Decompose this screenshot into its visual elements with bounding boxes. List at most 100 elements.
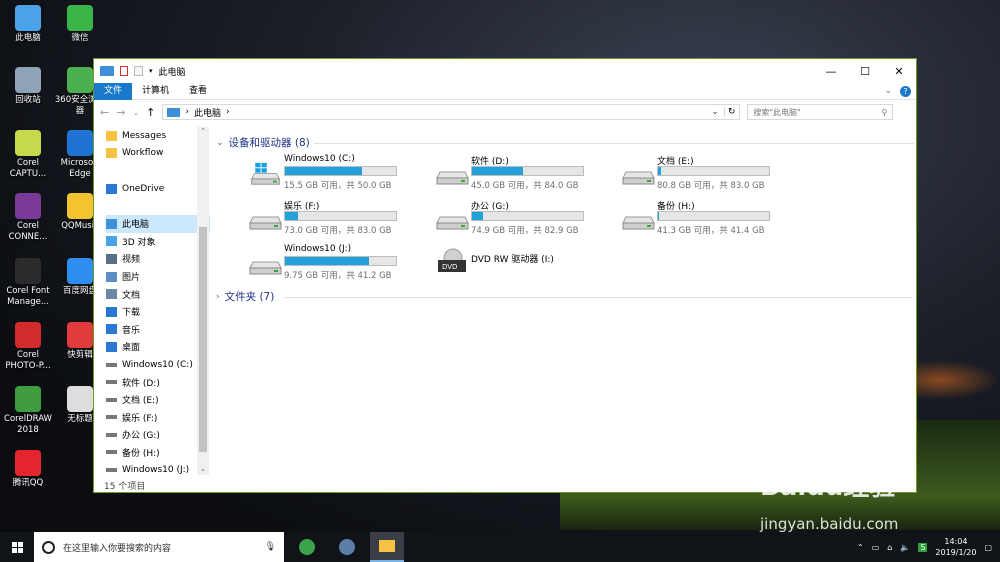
scroll-up-icon[interactable]: ⌃ xyxy=(197,127,209,135)
desktop-icon[interactable]: 腾讯QQ xyxy=(0,450,56,489)
nav-scrollbar[interactable]: ⌃ ⌄ xyxy=(197,127,209,475)
sidebar-item[interactable]: 下载 xyxy=(106,303,210,321)
expand-ribbon-icon[interactable]: ⌄ xyxy=(884,86,892,96)
forward-button[interactable]: → xyxy=(116,106,125,119)
drive-tile[interactable]: Windows10 (C:) 15.5 GB 可用，共 50.0 GB xyxy=(249,154,419,194)
chevron-down-icon: ⌄ xyxy=(216,137,224,148)
watermark-url: jingyan.baidu.com xyxy=(760,515,899,533)
microphone-icon[interactable]: 🎙 xyxy=(265,542,276,552)
drive-icon xyxy=(106,415,117,420)
drive-tile[interactable]: 娱乐 (F:) 73.0 GB 可用，共 83.0 GB xyxy=(249,199,419,239)
sidebar-item[interactable]: Workflow xyxy=(106,145,210,163)
document-icon xyxy=(106,289,117,300)
desktop-icon[interactable]: Corel Font Manage... xyxy=(0,258,56,308)
address-bar[interactable]: › 此电脑 › ⌄ ↻ xyxy=(162,104,741,120)
app-icon xyxy=(67,130,93,156)
desktop-icon[interactable]: Corel CAPTU... xyxy=(0,130,56,180)
sidebar-item[interactable]: Messages xyxy=(106,127,210,145)
sidebar-item-label: 文档 xyxy=(122,290,141,301)
sidebar-item[interactable]: 视频 xyxy=(106,250,210,268)
show-hidden-icons[interactable]: ⌃ xyxy=(857,543,864,552)
drive-tile[interactable]: 办公 (G:) 74.9 GB 可用，共 82.9 GB xyxy=(436,199,606,239)
sidebar-item[interactable]: 音乐 xyxy=(106,321,210,339)
new-folder-icon[interactable] xyxy=(134,66,143,76)
dvd-drive-tile[interactable]: DVD DVD RW 驱动器 (I:) xyxy=(436,244,606,284)
tab-computer[interactable]: 计算机 xyxy=(132,83,179,100)
drive-tile[interactable]: 文档 (E:) 80.8 GB 可用，共 83.0 GB xyxy=(622,154,792,194)
desktop-icon[interactable]: 微信 xyxy=(52,5,108,44)
sidebar-item[interactable]: 软件 (D:) xyxy=(106,373,210,391)
sidebar-item[interactable]: 文档 (E:) xyxy=(106,391,210,409)
sidebar-item[interactable]: 此电脑 xyxy=(106,214,210,233)
taskbar-search-box[interactable]: 在这里输入你要搜索的内容 🎙 xyxy=(34,532,284,562)
desktop-icon[interactable]: Corel CONNE... xyxy=(0,193,56,243)
tab-file[interactable]: 文件 xyxy=(94,82,133,100)
drive-tile[interactable]: Windows10 (J:) 9.75 GB 可用，共 41.2 GB xyxy=(249,244,419,284)
close-button[interactable]: ✕ xyxy=(882,59,916,83)
drive-usage-bar xyxy=(471,166,584,176)
volume-icon[interactable]: 🔈 xyxy=(900,543,910,552)
sidebar-item-label: Windows10 (J:) xyxy=(122,465,190,475)
cloud-icon xyxy=(106,183,117,194)
desktop-icon[interactable]: 回收站 xyxy=(0,67,56,106)
drive-tile[interactable]: 软件 (D:) 45.0 GB 可用，共 84.0 GB xyxy=(436,154,606,194)
taskbar-file-explorer-icon[interactable] xyxy=(370,532,404,562)
input-method-icon[interactable]: S xyxy=(918,542,928,552)
properties-icon[interactable] xyxy=(120,66,128,76)
drive-name: Windows10 (C:) xyxy=(284,154,355,164)
drive-usage-fill xyxy=(658,212,660,220)
chevron-down-icon[interactable]: ▾ xyxy=(149,67,153,75)
taskbar-360-browser-icon[interactable] xyxy=(290,532,324,562)
time: 14:04 xyxy=(944,537,968,546)
clock[interactable]: 14:04 2019/1/20 xyxy=(935,536,976,558)
sidebar-item[interactable]: Windows10 (C:) xyxy=(106,356,210,374)
back-button[interactable]: ← xyxy=(100,106,109,119)
tab-view[interactable]: 查看 xyxy=(179,83,217,100)
folder-icon xyxy=(106,148,117,159)
title-bar[interactable]: ▾ 此电脑 — ☐ ✕ xyxy=(94,59,916,83)
drive-tile[interactable]: 备份 (H:) 41.3 GB 可用，共 41.4 GB xyxy=(622,199,792,239)
battery-icon[interactable]: ▭ xyxy=(872,543,880,552)
address-dropdown-icon[interactable]: ⌄ xyxy=(711,107,719,117)
taskbar-coreldraw-icon[interactable] xyxy=(330,532,364,562)
breadcrumb-this-pc[interactable]: 此电脑 xyxy=(194,106,221,119)
network-icon[interactable]: ⌂ xyxy=(887,543,892,552)
maximize-button[interactable]: ☐ xyxy=(848,59,882,83)
recent-locations-button[interactable]: ⌄ xyxy=(132,108,139,117)
help-icon[interactable]: ? xyxy=(900,85,911,97)
start-button[interactable] xyxy=(0,532,34,562)
sidebar-item[interactable]: 文档 xyxy=(106,285,210,303)
window-title: 此电脑 xyxy=(158,67,186,78)
desktop-icon[interactable]: 此电脑 xyxy=(0,5,56,44)
sidebar-item[interactable]: 办公 (G:) xyxy=(106,426,210,444)
refresh-icon[interactable]: ↻ xyxy=(723,107,735,117)
search-input[interactable]: 搜索"此电脑" ⚲ xyxy=(747,104,894,120)
sidebar-item[interactable]: 图片 xyxy=(106,268,210,286)
sidebar-item[interactable]: Windows10 (J:) xyxy=(106,461,210,475)
section-devices-header[interactable]: ⌄ 设备和驱动器 (8) xyxy=(216,135,310,150)
sidebar-item-label: 音乐 xyxy=(122,325,141,336)
scrollbar-thumb[interactable] xyxy=(199,227,207,452)
sidebar-item[interactable]: 娱乐 (F:) xyxy=(106,409,210,427)
minimize-button[interactable]: — xyxy=(814,59,848,83)
sidebar-item[interactable]: 3D 对象 xyxy=(106,233,210,251)
navigation-pane[interactable]: Messages Workflow OneDrive 此电脑 3D 对象 视频 图片文档下载… xyxy=(94,127,210,475)
sidebar-item[interactable]: OneDrive xyxy=(106,180,210,198)
up-button[interactable]: ↑ xyxy=(146,106,155,119)
divider xyxy=(314,143,914,144)
sidebar-item[interactable]: 桌面 xyxy=(106,338,210,356)
sidebar-item[interactable]: 备份 (H:) xyxy=(106,444,210,462)
drive-free-space: 41.3 GB 可用，共 41.4 GB xyxy=(657,226,765,236)
sidebar-item-label: 娱乐 (F:) xyxy=(122,413,158,424)
desktop-icon[interactable]: Corel PHOTO-P... xyxy=(0,322,56,372)
section-folders-header[interactable]: › 文件夹 (7) xyxy=(216,289,274,304)
desktop-icon[interactable]: CorelDRAW 2018 xyxy=(0,386,56,436)
drive-icon xyxy=(106,432,117,437)
content-pane[interactable]: ⌄ 设备和驱动器 (8) Windows10 (C:) 15.5 GB 可用，共 … xyxy=(214,127,916,492)
scroll-down-icon[interactable]: ⌄ xyxy=(197,465,209,473)
search-icon: ⚲ xyxy=(881,107,888,117)
file-explorer-window[interactable]: ▾ 此电脑 — ☐ ✕ 文件 计算机 查看 ⌄ ? ← → ⌄ ↑ › 此电脑 … xyxy=(93,58,917,493)
notification-icon[interactable]: ▢ xyxy=(984,543,992,552)
dvd-drive-icon: DVD xyxy=(436,246,469,276)
